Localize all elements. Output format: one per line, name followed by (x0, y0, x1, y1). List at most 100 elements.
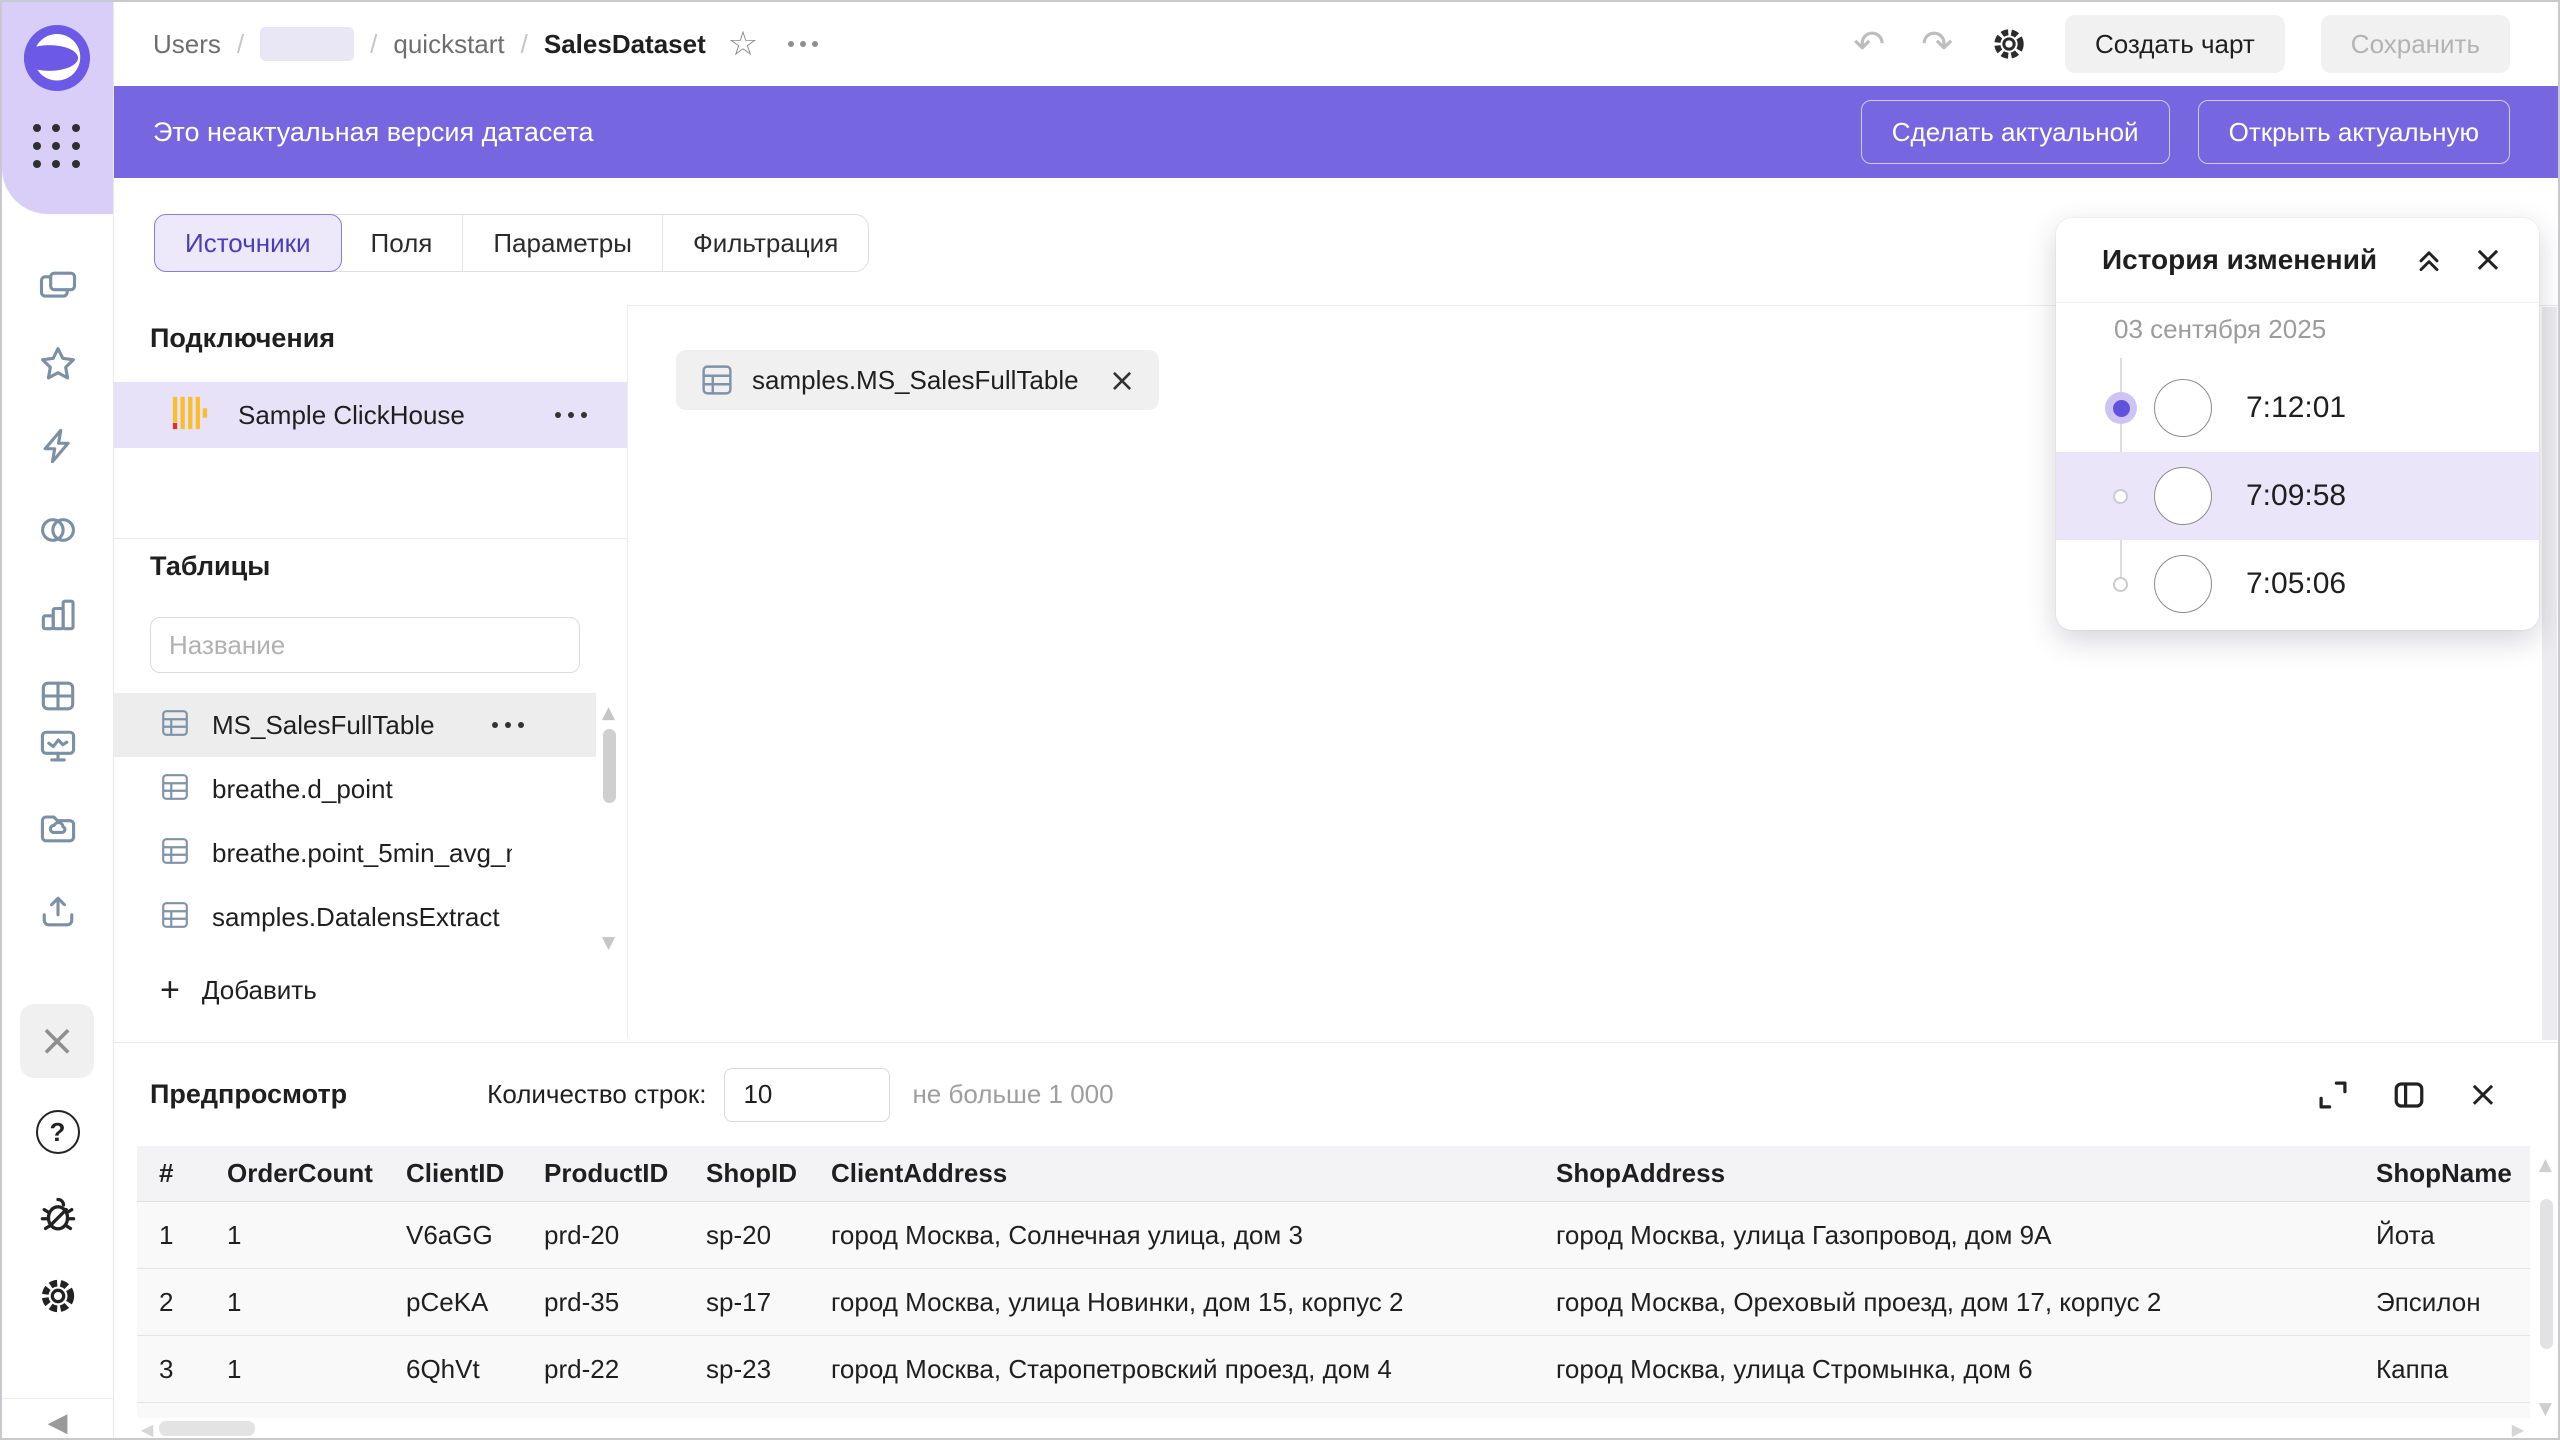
avatar (2154, 467, 2212, 525)
apps-grid-icon[interactable] (33, 124, 83, 170)
preview-scroll-left-icon[interactable]: ◀ (141, 1420, 153, 1439)
col-clientid: ClientID (406, 1146, 544, 1202)
history-entry[interactable]: 7:05:06 (2056, 540, 2539, 628)
tab-sources[interactable]: Источники (154, 214, 342, 272)
redo-icon[interactable]: ↷ (1921, 25, 1953, 63)
datasets-circles-icon[interactable] (2, 508, 113, 552)
add-table-button[interactable]: + Добавить (160, 973, 317, 1007)
history-date: 03 сентября 2025 (2114, 314, 2326, 345)
create-chart-button[interactable]: Создать чарт (2065, 15, 2285, 73)
canvas-scrollbar-track[interactable] (2542, 307, 2557, 1040)
tab-filtering[interactable]: Фильтрация (662, 215, 868, 271)
datalens-logo-icon[interactable] (21, 22, 93, 94)
charts-bar-icon[interactable] (2, 592, 113, 636)
preview-hscrollbar-thumb[interactable] (159, 1421, 255, 1436)
col-index: # (137, 1146, 227, 1202)
table-header-row: # OrderCount ClientID ProductID ShopID C… (137, 1146, 2530, 1202)
bug-report-icon[interactable] (2, 1194, 113, 1238)
export-upload-icon[interactable] (2, 890, 113, 934)
connection-item-sample-clickhouse[interactable]: Sample ClickHouse (113, 382, 627, 448)
history-panel: История изменений × 03 сентября 2025 7:1… (2056, 218, 2539, 630)
expand-preview-icon[interactable] (2316, 1078, 2350, 1112)
tables-search-input[interactable] (150, 617, 580, 673)
collapse-rail-button[interactable]: ◀ (2, 1408, 113, 1438)
row-limit-hint: не больше 1 000 (912, 1079, 1113, 1110)
dataset-settings-gear-icon[interactable] (1989, 24, 2029, 64)
split-view-icon[interactable] (2392, 1078, 2426, 1112)
history-entry-highlighted[interactable]: 7:09:58 (2056, 452, 2539, 540)
list-scrollbar-thumb[interactable] (603, 729, 616, 803)
list-scroll-down-icon[interactable]: ▼ (602, 933, 615, 953)
preview-vscrollbar-thumb[interactable] (2540, 1199, 2553, 1349)
collections-icon[interactable] (2, 264, 113, 308)
panel-divider (113, 538, 627, 539)
row-count-input[interactable] (724, 1068, 890, 1122)
list-scroll-up-icon[interactable]: ▲ (602, 703, 615, 723)
close-icon: × (39, 1019, 76, 1063)
settings-gear-icon[interactable] (2, 1274, 113, 1318)
col-ordercount: OrderCount (227, 1146, 406, 1202)
history-close-icon[interactable]: × (2473, 242, 2503, 278)
table-row-partial (137, 1403, 2530, 1419)
more-menu-icon[interactable] (788, 41, 818, 47)
sources-side-panel: Подключения Sample ClickHouse Таблицы (113, 305, 628, 1038)
table-row: 1 1 V6aGG prd-20 sp-20 город Москва, Сол… (137, 1202, 2530, 1269)
undo-icon[interactable]: ↶ (1853, 25, 1885, 63)
history-entry[interactable]: 7:12:01 (2056, 364, 2539, 452)
table-item[interactable]: breathe.point_5min_avg_mos_s… (113, 821, 596, 885)
plus-icon: + (160, 973, 180, 1007)
dataset-tabs: Источники Поля Параметры Фильтрация (154, 214, 869, 272)
col-shopid: ShopID (706, 1146, 831, 1202)
row-count-label: Количество строк: (487, 1079, 706, 1110)
storage-folder-icon[interactable] (2, 806, 113, 850)
avatar (2154, 379, 2212, 437)
history-time: 7:12:01 (2246, 391, 2346, 425)
version-dot[interactable] (2113, 489, 2128, 504)
history-header: История изменений × (2056, 218, 2539, 303)
preview-scroll-right-icon[interactable]: ▶ (2512, 1420, 2524, 1439)
collapse-all-chevron-icon[interactable] (2413, 244, 2445, 276)
left-rail: × ? ◀ (2, 2, 114, 1438)
table-item-selected[interactable]: MS_SalesFullTable (113, 693, 596, 757)
col-shopaddress: ShopAddress (1556, 1146, 2376, 1202)
tables-title: Таблицы (150, 551, 270, 582)
col-clientaddress: ClientAddress (831, 1146, 1556, 1202)
make-actual-button[interactable]: Сделать актуальной (1861, 100, 2170, 164)
source-table-chip[interactable]: samples.MS_SalesFullTable × (676, 350, 1159, 410)
tab-parameters[interactable]: Параметры (462, 215, 662, 271)
table-icon (160, 772, 190, 807)
favorite-star-icon[interactable]: ☆ (728, 24, 758, 64)
preview-close-icon[interactable]: × (2468, 1077, 2498, 1113)
table-item[interactable]: samples.DatalensExtract (113, 885, 596, 949)
breadcrumb-users[interactable]: Users (153, 29, 221, 60)
tables-list: MS_SalesFullTable breathe.d_point breath… (113, 693, 627, 949)
banner-message: Это неактуальная версия датасета (153, 117, 594, 148)
table-icon (160, 708, 190, 743)
favorites-star-icon[interactable] (2, 342, 113, 386)
breadcrumb-redacted[interactable] (260, 27, 354, 61)
save-button[interactable]: Сохранить (2321, 15, 2510, 73)
remove-source-icon[interactable]: × (1109, 364, 1136, 396)
close-side-panel-button[interactable]: × (20, 1004, 94, 1078)
connection-more-icon[interactable] (555, 412, 587, 418)
dashboards-grid-icon[interactable] (2, 674, 113, 718)
table-more-icon[interactable] (492, 722, 524, 728)
tab-fields[interactable]: Поля (341, 215, 463, 271)
preview-table-wrap: # OrderCount ClientID ProductID ShopID C… (137, 1146, 2530, 1418)
preview-scroll-up-icon[interactable]: ▲ (2539, 1155, 2552, 1175)
table-item[interactable]: breathe.d_point (113, 757, 596, 821)
datalens-dataset-editor: × ? ◀ Users / / qu (0, 0, 2560, 1440)
topbar: Users / / quickstart / SalesDataset ☆ ↶ … (113, 2, 2558, 86)
history-time: 7:05:06 (2246, 567, 2346, 601)
help-icon[interactable]: ? (2, 1110, 113, 1154)
breadcrumb-project[interactable]: quickstart (393, 29, 504, 60)
preview-scroll-down-icon[interactable]: ▼ (2539, 1399, 2552, 1419)
current-version-radio[interactable] (2105, 392, 2137, 424)
table-icon (160, 900, 190, 935)
connections-lightning-icon[interactable] (2, 424, 113, 468)
source-chip-label: samples.MS_SalesFullTable (752, 365, 1079, 396)
preview-header: Предпросмотр Количество строк: не больше… (113, 1043, 2558, 1146)
open-actual-button[interactable]: Открыть актуальную (2198, 100, 2510, 164)
version-dot[interactable] (2113, 577, 2128, 592)
monitoring-icon[interactable] (2, 724, 113, 768)
